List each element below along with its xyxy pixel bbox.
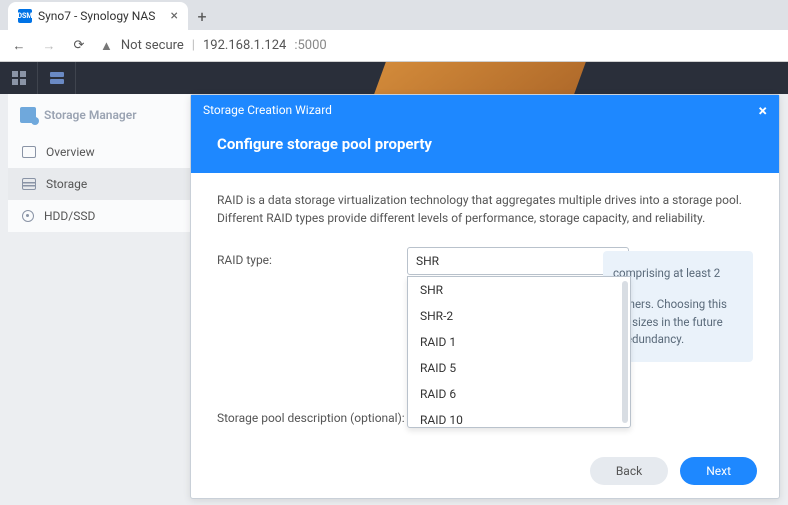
raid-option-raid10[interactable]: RAID 10 xyxy=(408,407,630,427)
security-label: Not secure xyxy=(121,38,184,53)
pool-description-label: Storage pool description (optional): xyxy=(217,405,405,425)
raid-type-dropdown: SHR SHR-2 RAID 1 RAID 5 RAID 6 RAID 10 B… xyxy=(407,276,631,428)
layers-icon xyxy=(50,72,64,84)
hint-text-2b: ent sizes in the future xyxy=(613,314,743,331)
hint-text-1: comprising at least 2 xyxy=(613,265,743,282)
forward-nav-icon[interactable]: → xyxy=(40,38,58,54)
overview-icon xyxy=(22,146,36,158)
app-topbar-accent xyxy=(374,62,586,94)
raid-option-shr[interactable]: SHR xyxy=(408,277,630,303)
hint-text-2a: ginners. Choosing this xyxy=(613,296,743,313)
tab-favicon: DSM xyxy=(18,9,32,23)
not-secure-icon: ▲ xyxy=(100,38,113,54)
back-nav-icon[interactable]: ← xyxy=(10,38,28,54)
next-button[interactable]: Next xyxy=(680,457,757,485)
address-port: :5000 xyxy=(294,38,326,53)
tab-title: Syno7 - Synology NAS xyxy=(38,9,155,23)
raid-type-select[interactable]: SHR 👆 SHR SHR-2 RAID 1 RAID 5 RAID 6 RAI… xyxy=(407,247,629,275)
raid-type-selected-value: SHR xyxy=(416,254,439,268)
address-bar[interactable]: ▲ Not secure | 192.168.1.124 :5000 xyxy=(100,38,327,54)
storage-creation-wizard: Storage Creation Wizard × Configure stor… xyxy=(190,94,780,499)
address-host: 192.168.1.124 xyxy=(203,38,286,53)
back-button[interactable]: Back xyxy=(590,457,668,485)
grid-icon xyxy=(12,71,26,85)
wizard-page-title: Configure storage pool property xyxy=(191,125,779,173)
raid-option-raid1[interactable]: RAID 1 xyxy=(408,329,630,355)
tab-close-icon[interactable]: × xyxy=(171,8,178,24)
hdd-icon xyxy=(22,210,34,222)
raid-option-raid6[interactable]: RAID 6 xyxy=(408,381,630,407)
sidebar-item-hdd-ssd[interactable]: HDD/SSD xyxy=(8,200,190,232)
wizard-close-button[interactable]: × xyxy=(759,101,768,120)
reload-icon[interactable]: ⟳ xyxy=(70,38,88,53)
sidebar-item-label: HDD/SSD xyxy=(44,209,95,223)
storage-icon xyxy=(22,178,36,190)
sidebar-title-text: Storage Manager xyxy=(44,108,137,122)
address-separator: | xyxy=(192,38,195,53)
wizard-intro-text: RAID is a data storage virtualization te… xyxy=(217,191,753,227)
raid-option-raid5[interactable]: RAID 5 xyxy=(408,355,630,381)
sidebar-item-label: Storage xyxy=(46,177,87,191)
storage-manager-sidebar: Storage Manager Overview Storage HDD/SSD xyxy=(8,94,190,232)
apps-button[interactable] xyxy=(38,62,76,94)
sidebar-item-overview[interactable]: Overview xyxy=(8,136,190,168)
wizard-bar-title: Storage Creation Wizard xyxy=(203,103,332,117)
hint-text-2c: a redundancy. xyxy=(613,331,743,348)
storage-manager-icon xyxy=(20,107,36,123)
raid-option-shr2[interactable]: SHR-2 xyxy=(408,303,630,329)
new-tab-button[interactable]: + xyxy=(188,2,216,30)
sidebar-item-label: Overview xyxy=(46,145,95,159)
raid-type-label: RAID type: xyxy=(217,247,407,267)
sidebar-title: Storage Manager xyxy=(8,94,190,136)
main-menu-button[interactable] xyxy=(0,62,38,94)
sidebar-item-storage[interactable]: Storage xyxy=(8,168,190,200)
browser-tab[interactable]: DSM Syno7 - Synology NAS × xyxy=(8,2,188,30)
